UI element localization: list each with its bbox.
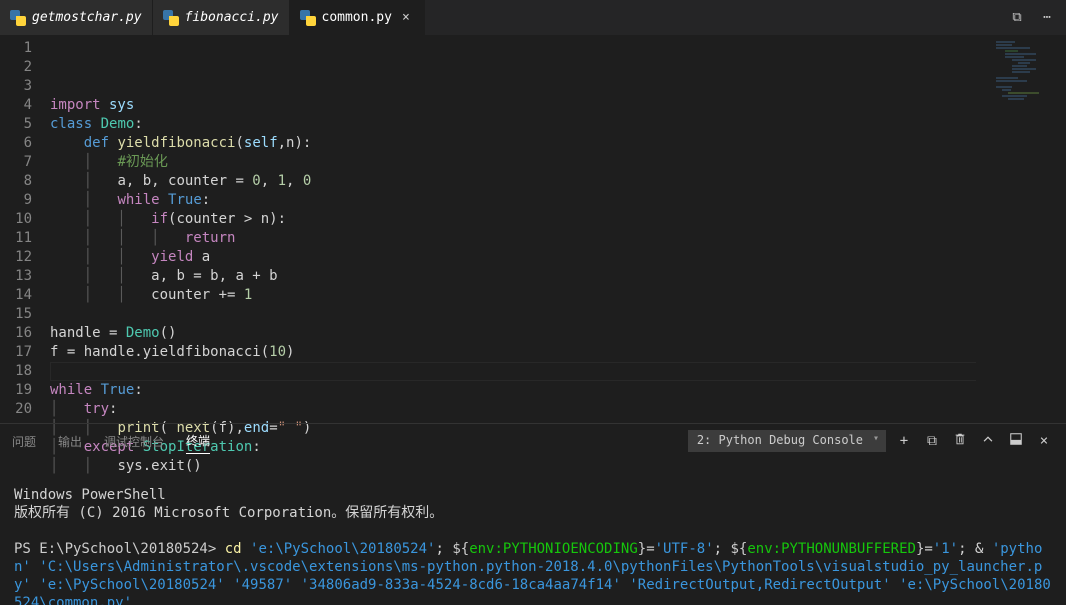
panel-actions: 2: Python Debug Console + ⧉ ×	[688, 430, 1054, 452]
tab-fibonacci[interactable]: fibonacci.py	[153, 0, 290, 35]
env: }=	[916, 541, 933, 557]
python-icon	[10, 10, 26, 26]
tab-output[interactable]: 输出	[58, 433, 82, 450]
sep: ;	[435, 541, 452, 557]
prompt: PS E:\PySchool\20180524>	[14, 541, 216, 557]
terminal-line: Windows PowerShell	[14, 487, 166, 503]
env: env:PYTHONUNBUFFERED	[747, 541, 916, 557]
terminal-selector[interactable]: 2: Python Debug Console	[688, 430, 886, 452]
env: env:PYTHONIOENCODING	[469, 541, 638, 557]
cmd: cd	[225, 541, 242, 557]
arg: '49587'	[233, 577, 292, 593]
tab-getmostchar[interactable]: getmostchar.py	[0, 0, 153, 35]
tab-label: getmostchar.py	[32, 10, 142, 25]
arg: 'e:\PySchool\20180524'	[250, 541, 435, 557]
arg: '34806ad9-833a-4524-8cd6-18ca4aa74f14'	[301, 577, 621, 593]
minimap[interactable]	[976, 35, 1066, 423]
sep: ;	[714, 541, 731, 557]
env: ${	[452, 541, 469, 557]
split-editor-icon[interactable]: ⧉	[1006, 10, 1028, 25]
tab-problems[interactable]: 问题	[12, 433, 36, 450]
tab-bar: getmostchar.py fibonacci.py common.py × …	[0, 0, 1066, 35]
tab-terminal[interactable]: 终端	[186, 432, 210, 454]
panel-tab-bar: 问题 输出 调试控制台 终端 2: Python Debug Console +…	[0, 423, 1066, 458]
close-panel-icon[interactable]: ×	[1034, 433, 1054, 449]
tab-label: fibonacci.py	[185, 10, 279, 25]
kill-terminal-icon[interactable]	[950, 432, 970, 450]
terminal[interactable]: Windows PowerShell 版权所有 (C) 2016 Microso…	[0, 458, 1066, 605]
tab-actions: ⧉ ⋯	[1006, 0, 1066, 35]
close-icon[interactable]: ×	[398, 10, 414, 26]
new-terminal-icon[interactable]: +	[894, 433, 914, 449]
sep: ; &	[958, 541, 992, 557]
tab-debug-console[interactable]: 调试控制台	[104, 433, 164, 450]
arg: 'RedirectOutput,RedirectOutput'	[629, 577, 890, 593]
env: ${	[731, 541, 748, 557]
code-area[interactable]: import sysclass Demo: def yieldfibonacci…	[50, 35, 1066, 423]
editor[interactable]: 1234567891011121314151617181920 import s…	[0, 35, 1066, 423]
tab-label: common.py	[322, 10, 392, 25]
split-terminal-icon[interactable]: ⧉	[922, 433, 942, 449]
tab-common[interactable]: common.py ×	[290, 0, 425, 35]
terminal-line: 版权所有 (C) 2016 Microsoft Corporation。保留所有…	[14, 505, 443, 521]
python-icon	[300, 10, 316, 26]
maximize-panel-icon[interactable]	[1006, 432, 1026, 450]
minimap-content	[996, 41, 1058, 101]
chevron-up-icon[interactable]	[978, 432, 998, 450]
arg: 'e:\PySchool\20180524'	[39, 577, 224, 593]
env: }=	[638, 541, 655, 557]
current-line-highlight	[50, 362, 1066, 381]
more-actions-icon[interactable]: ⋯	[1036, 10, 1058, 25]
line-numbers: 1234567891011121314151617181920	[0, 35, 50, 423]
env: 'UTF-8'	[655, 541, 714, 557]
python-icon	[163, 10, 179, 26]
env: '1'	[933, 541, 958, 557]
